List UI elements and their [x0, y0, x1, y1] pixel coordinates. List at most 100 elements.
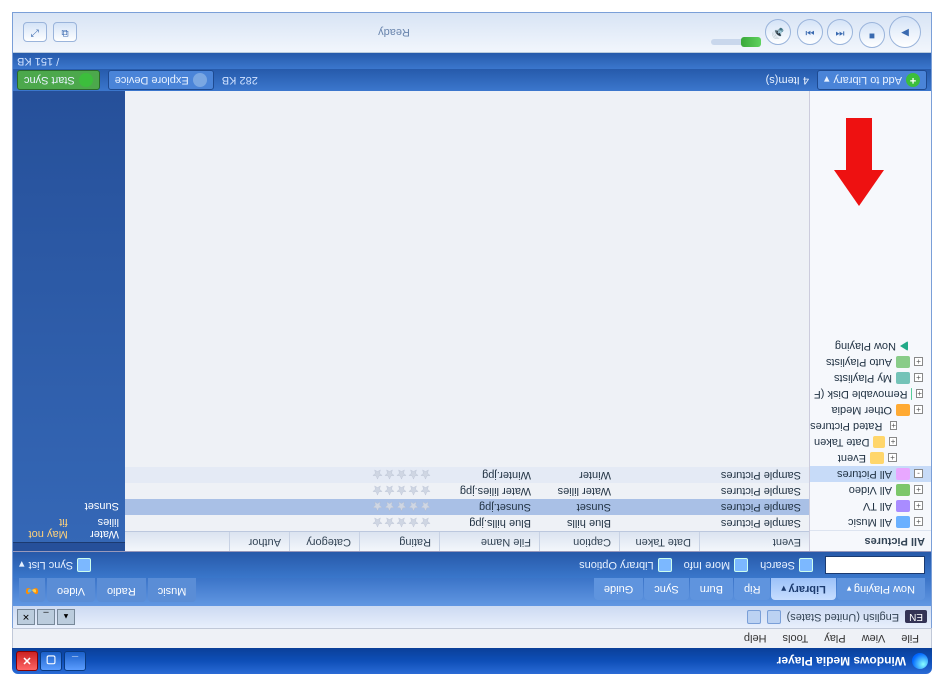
col-date-taken[interactable]: Date Taken: [619, 532, 699, 551]
sidebar-item-label: Auto Playlists: [826, 356, 892, 368]
cell-caption: Blue hills: [539, 517, 619, 529]
table-row[interactable]: Sample PicturesSunsetSunset.jpg: [125, 499, 809, 515]
star-icon: [420, 502, 431, 513]
minimize-button[interactable]: _: [64, 651, 86, 671]
sync-list-button[interactable]: Sync List ▾: [19, 558, 91, 572]
cell-caption: Water lilies: [539, 485, 619, 497]
explore-device-button[interactable]: Explore Device: [108, 70, 214, 90]
sync-item[interactable]: Water lilies: [68, 516, 119, 540]
cell-rating[interactable]: [359, 470, 439, 481]
prev-button[interactable]: ⏮: [827, 20, 853, 46]
msn-butterfly-icon[interactable]: [19, 578, 45, 602]
table-row[interactable]: Sample PicturesWater liliesWater lilies.…: [125, 483, 809, 499]
stop-button[interactable]: ■: [859, 23, 885, 49]
col-rating[interactable]: Rating: [359, 532, 439, 551]
sidebar-item[interactable]: + Other Media: [810, 402, 931, 418]
tab-sync[interactable]: Sync: [644, 578, 688, 600]
table-row[interactable]: Sample PicturesBlue hillsBlue hills.jpg: [125, 515, 809, 531]
play-button[interactable]: ▶: [889, 17, 921, 49]
star-icon: [384, 518, 395, 529]
sidebar-item[interactable]: + Event: [810, 450, 931, 466]
star-icon: [396, 502, 407, 513]
sidebar-item[interactable]: +Removable Disk (F: [810, 386, 931, 402]
inner-close-button[interactable]: ✕: [17, 609, 35, 625]
sync-warn: May not fit: [19, 516, 68, 540]
tray-icon[interactable]: [747, 610, 761, 624]
menu-tools[interactable]: Tools: [775, 633, 817, 645]
sidebar-item-label: Event: [838, 452, 866, 464]
tab-music[interactable]: Music: [148, 578, 197, 602]
language-tag[interactable]: EN: [905, 611, 927, 624]
expand-icon[interactable]: +: [914, 374, 923, 383]
expand-icon[interactable]: +: [889, 438, 897, 447]
menu-file[interactable]: File: [893, 633, 927, 645]
more-info-button[interactable]: More Info: [684, 558, 748, 572]
search-button[interactable]: Search: [760, 558, 813, 572]
col-caption[interactable]: Caption: [539, 532, 619, 551]
player-controls: ▶ ■ ⏮ ⏭ 🔊 Ready ⧉ ⤢: [13, 13, 931, 53]
tab-guide[interactable]: Guide: [594, 578, 643, 600]
col-event[interactable]: Event: [699, 532, 809, 551]
sidebar-item[interactable]: -All Pictures: [810, 466, 931, 482]
sidebar-item[interactable]: +My Playlists: [810, 370, 931, 386]
tab-now-playing[interactable]: Now Playing: [837, 578, 925, 600]
inner-minimize-button[interactable]: _: [37, 609, 55, 625]
mute-button[interactable]: 🔊: [765, 20, 791, 46]
add-to-library-button[interactable]: +Add to Library ▾: [817, 70, 927, 90]
cell-rating[interactable]: [359, 518, 439, 529]
inner-chevron-button[interactable]: ▴: [57, 609, 75, 625]
table-row[interactable]: Sample PicturesWinterWinter.jpg: [125, 467, 809, 483]
folder-icon: [896, 356, 910, 368]
star-icon: [420, 470, 431, 481]
expand-icon[interactable]: +: [914, 502, 923, 511]
folder-icon: [912, 388, 913, 400]
view-button[interactable]: ⧉: [53, 23, 77, 43]
fullscreen-button[interactable]: ⤢: [23, 23, 47, 43]
device-capacity: / 151 KB: [17, 55, 59, 67]
tab-rip[interactable]: Rip: [734, 578, 771, 600]
sidebar-item[interactable]: +All Video: [810, 482, 931, 498]
volume-slider[interactable]: [711, 40, 761, 46]
cell-rating[interactable]: [359, 502, 439, 513]
menu-view[interactable]: View: [854, 633, 894, 645]
tab-burn[interactable]: Burn: [690, 578, 733, 600]
col-category[interactable]: Category: [289, 532, 359, 551]
cell-rating[interactable]: [359, 486, 439, 497]
sync-item[interactable]: Sunset: [85, 500, 119, 512]
folder-icon: [873, 436, 885, 448]
next-button[interactable]: ⏭: [797, 20, 823, 46]
window-title: Windows Media Player: [86, 654, 906, 668]
close-button[interactable]: ✕: [16, 651, 38, 671]
sidebar-item-label: Other Media: [831, 404, 892, 416]
sidebar-item[interactable]: + Auto Playlists: [810, 354, 931, 370]
tab-video[interactable]: Video: [47, 578, 95, 602]
start-sync-button[interactable]: Start Sync: [17, 70, 100, 90]
expand-icon[interactable]: +: [890, 422, 897, 431]
expand-icon[interactable]: +: [914, 486, 923, 495]
cell-caption: Sunset: [539, 501, 619, 513]
star-icon: [396, 470, 407, 481]
sidebar-item[interactable]: + All TV: [810, 498, 931, 514]
expand-icon[interactable]: +: [914, 406, 923, 415]
menu-play[interactable]: Play: [816, 633, 853, 645]
library-options-button[interactable]: Library Options: [579, 558, 672, 572]
expand-icon[interactable]: -: [914, 470, 923, 479]
col-file-name[interactable]: File Name: [439, 532, 539, 551]
tray-icon[interactable]: [767, 610, 781, 624]
expand-icon[interactable]: +: [914, 358, 923, 367]
sidebar-item[interactable]: Now Playing: [810, 338, 931, 354]
sidebar-item[interactable]: +Date Taken: [810, 434, 931, 450]
menu-help[interactable]: Help: [736, 633, 775, 645]
expand-icon[interactable]: +: [914, 518, 923, 527]
expand-icon[interactable]: +: [888, 454, 897, 463]
sidebar-item[interactable]: +Rated Pictures: [810, 418, 931, 434]
maximize-button[interactable]: ▢: [40, 651, 62, 671]
tab-library[interactable]: Library: [772, 578, 836, 600]
sidebar-item[interactable]: +All Music: [810, 514, 931, 530]
expand-icon[interactable]: +: [916, 390, 923, 399]
col-author[interactable]: Author: [229, 532, 289, 551]
search-input[interactable]: [825, 556, 925, 574]
sidebar-item-label: All TV: [863, 500, 892, 512]
cell-filename: Water lilies.jpg: [439, 485, 539, 497]
tab-radio[interactable]: Radio: [97, 578, 146, 602]
